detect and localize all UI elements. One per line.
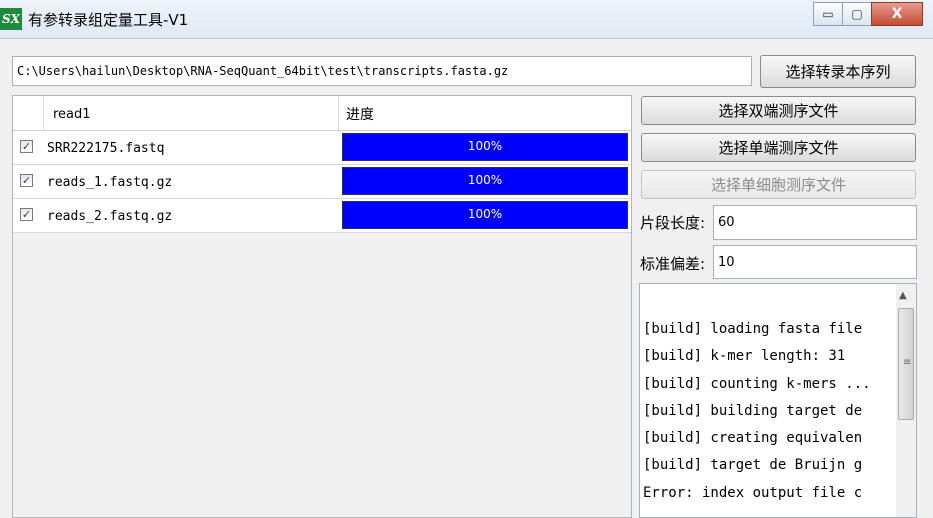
- log-line: [build] loading fasta file: [643, 321, 863, 337]
- scroll-up-icon[interactable]: ▲: [899, 290, 907, 301]
- minimize-icon: ▭: [822, 7, 834, 21]
- log-output[interactable]: [build] loading fasta file [build] k-mer…: [639, 283, 917, 518]
- maximize-icon: ▢: [851, 7, 863, 21]
- progress-bar: 100%: [342, 133, 628, 161]
- progress-text: 100%: [467, 207, 503, 221]
- header-divider: [43, 96, 44, 130]
- column-header-read1[interactable]: read1: [53, 96, 91, 130]
- column-header-progress[interactable]: 进度: [346, 96, 374, 130]
- scroll-thumb[interactable]: ≡: [898, 308, 914, 420]
- row-checkbox[interactable]: ✓: [20, 208, 33, 221]
- window-title: 有参转录组定量工具-V1: [28, 11, 189, 29]
- table-row[interactable]: ✓ reads_1.fastq.gz 100%: [13, 165, 631, 199]
- log-line: [build] target de Bruijn g: [643, 457, 863, 474]
- select-single-end-button[interactable]: 选择单端测序文件: [641, 133, 916, 162]
- transcript-path-input[interactable]: [12, 56, 752, 86]
- maximize-button[interactable]: ▢: [842, 2, 872, 26]
- minimize-button[interactable]: ▭: [813, 2, 843, 26]
- window-controls: ▭ ▢ X: [813, 2, 923, 26]
- progress-bar: 100%: [342, 167, 628, 195]
- log-line: [build] creating equivalen: [643, 430, 863, 447]
- row-checkbox[interactable]: ✓: [20, 140, 33, 153]
- std-dev-input[interactable]: [713, 245, 917, 279]
- file-name: reads_1.fastq.gz: [47, 175, 173, 190]
- log-line: [build] k-mer length: 31: [643, 348, 846, 365]
- log-line: [build] counting k-mers ...: [643, 375, 871, 392]
- log-line: [build] building target de: [643, 402, 863, 419]
- log-scrollbar[interactable]: ▲ ≡: [896, 284, 916, 517]
- table-header: read1 进度: [13, 96, 631, 131]
- fragment-length-label: 片段长度:: [640, 214, 706, 232]
- row-checkbox[interactable]: ✓: [20, 174, 33, 187]
- file-table: read1 进度 ✓ SRR222175.fastq 100% ✓ reads_…: [12, 95, 632, 518]
- progress-text: 100%: [467, 139, 503, 153]
- header-divider: [338, 96, 339, 130]
- file-name: reads_2.fastq.gz: [47, 209, 173, 224]
- std-dev-label: 标准偏差:: [640, 255, 706, 273]
- progress-bar: 100%: [342, 201, 628, 229]
- title-bar: SX 有参转录组定量工具-V1 ▭ ▢ X: [0, 0, 933, 39]
- log-lines: [build] loading fasta file [build] k-mer…: [643, 316, 895, 507]
- log-line: Error: index output file c: [643, 484, 863, 501]
- file-name: SRR222175.fastq: [47, 141, 165, 156]
- grip-icon: ≡: [903, 357, 912, 368]
- fragment-length-input[interactable]: [713, 205, 917, 240]
- app-logo-icon: SX: [0, 8, 22, 30]
- select-single-cell-button[interactable]: 选择单细胞测序文件: [641, 170, 916, 199]
- select-transcript-button[interactable]: 选择转录本序列: [760, 55, 916, 88]
- select-paired-end-button[interactable]: 选择双端测序文件: [641, 96, 916, 125]
- progress-text: 100%: [467, 173, 503, 187]
- close-icon: X: [891, 6, 903, 22]
- close-button[interactable]: X: [871, 2, 923, 26]
- table-row[interactable]: ✓ reads_2.fastq.gz 100%: [13, 199, 631, 233]
- table-row[interactable]: ✓ SRR222175.fastq 100%: [13, 131, 631, 165]
